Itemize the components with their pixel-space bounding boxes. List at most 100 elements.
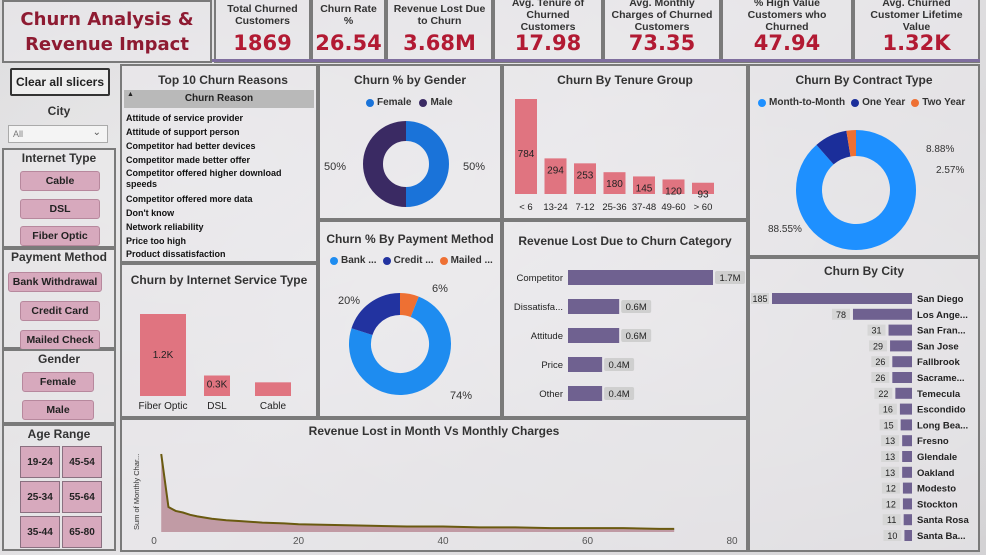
data-label: 15 [884,420,894,430]
tick-label: Competitor [517,273,563,284]
data-label: 11 [887,515,896,525]
age-option-65-80[interactable]: 65-80 [62,516,102,548]
kpi-card-avg-monthly-charges: Avg. Monthly Charges of Churned Customer… [603,0,721,63]
gender-option-female[interactable]: Female [22,372,94,392]
tick-label: 20 [293,536,305,547]
city-bar [902,482,912,494]
data-label: 180 [606,179,623,190]
data-label: 12 [886,484,896,494]
gender-chart-title: Churn % by Gender [353,73,466,87]
legend-item-one-year[interactable]: One Year [851,97,905,108]
gender-option-male[interactable]: Male [22,400,94,420]
donut-slice [363,121,407,207]
donut-slice [796,130,916,250]
age-option-45-54[interactable]: 45-54 [62,446,102,478]
gender-legend: Female Male [366,97,453,108]
age-option-55-64[interactable]: 55-64 [62,481,102,513]
city-slicer-title: City [47,104,71,118]
table-row: Price too high [126,236,187,246]
kpi-label: Churn Rate % [320,3,377,27]
tenure-chart-title: Churn By Tenure Group [557,73,693,87]
tick-label: Other [539,389,563,400]
payment-option-bank-withdrawal[interactable]: Bank Withdrawal [8,272,102,292]
payment-option-mailed-check[interactable]: Mailed Check [20,330,100,350]
internet-service-bar-chart: 1.2K Fiber Optic 0.3K DSL Cable [139,314,291,412]
internet-option-cable[interactable]: Cable [20,171,100,191]
legend-dot-icon [911,98,920,107]
legend-item-credit[interactable]: Credit ... [382,255,434,266]
legend-dot-icon [758,98,766,107]
city-bar [772,293,912,304]
revenue-bar [568,270,713,285]
reasons-column-header: Churn Reason [184,93,254,104]
payment-chart-title: Churn % By Payment Method [326,232,494,246]
tick-label: < 6 [519,202,532,213]
revenue-bar [568,299,620,314]
clear-all-slicers-button[interactable]: Clear all slicers [10,68,110,96]
gender-donut-chart: 50% 50% [324,121,485,207]
city-bar [902,498,912,510]
legend-item-month-to-month[interactable]: Month-to-Month [758,97,845,108]
legend-label: Bank ... [341,255,377,266]
legend-item-bank[interactable]: Bank ... [330,255,377,266]
data-label: 31 [872,326,882,336]
city-dropdown-value: All [13,129,24,139]
tick-label: San Diego [917,294,964,305]
data-label: 145 [636,183,653,194]
tick-label: 60 [582,536,594,547]
kpi-card-revenue-lost: Revenue Lost Due to Churn 3.68M [386,0,493,63]
legend-label: Mailed ... [450,255,493,266]
contract-donut-chart: 8.88% 2.57% 88.55% [768,130,964,250]
legend-item-mailed[interactable]: Mailed ... [439,255,493,266]
data-label: 13 [885,436,895,446]
tick-label: 25-36 [602,202,626,213]
city-bar [892,372,912,383]
legend-item-two-year[interactable]: Two Year [911,97,965,108]
legend-label: Female [377,97,412,108]
reasons-table-header[interactable]: ▲ Churn Reason [124,90,314,108]
data-label: 784 [518,149,535,160]
city-bar [902,451,912,462]
table-row: Attitude of service provider [126,113,244,123]
payment-option-credit-card[interactable]: Credit Card [20,301,100,321]
table-row: Attitude of support person [126,127,240,137]
age-option-25-34[interactable]: 25-34 [20,481,60,513]
internet-service-chart-title: Churn by Internet Service Type [130,273,308,287]
kpi-value: 47.94 [753,31,821,55]
kpi-card-churn-rate: Churn Rate % 26.54 [311,0,386,63]
data-label: 88.55% [768,224,802,235]
data-label: 0.4M [609,389,630,400]
revenue-bar [568,386,603,401]
tick-label: Escondido [917,405,966,416]
age-option-19-24[interactable]: 19-24 [20,446,60,478]
legend-item-female[interactable]: Female [366,97,411,108]
monthly-chart-title: Revenue Lost in Month Vs Monthly Charges [308,424,560,438]
gender-slicer-title: Gender [37,352,80,366]
city-dropdown[interactable]: All ⌄ [8,125,108,143]
internet-option-dsl[interactable]: DSL [20,199,100,219]
internet-bar [255,382,291,396]
city-bar [895,387,912,399]
revenue-category-bar-chart: Competitor 1.7M Dissatisfa... 0.6M Attitude 0… [514,270,745,401]
age-option-35-44[interactable]: 35-44 [20,516,60,548]
tick-label: DSL [207,401,227,412]
legend-item-male[interactable]: Male [419,97,453,108]
tick-label: Attitude [531,331,563,342]
city-chart-title: Churn By City [823,264,904,278]
data-label: 1.2K [153,350,174,361]
data-label: 185 [752,294,767,304]
donut-slice [846,130,857,157]
dashboard-title-card: Churn Analysis & Revenue Impact [2,0,212,63]
tick-label: > 60 [694,202,713,213]
internet-option-fiber-optic[interactable]: Fiber Optic [20,226,100,246]
data-label: 0.3K [207,380,228,391]
tick-label: 80 [726,536,738,547]
kpi-value: 1.32K [882,31,951,55]
kpi-value: 17.98 [514,31,582,55]
tick-label: 37-48 [632,202,656,213]
legend-label: Month-to-Month [769,97,846,108]
tick-label: 40 [437,536,449,547]
donut-slice [399,293,419,318]
revenue-bar [568,328,620,343]
city-bar [852,308,912,320]
